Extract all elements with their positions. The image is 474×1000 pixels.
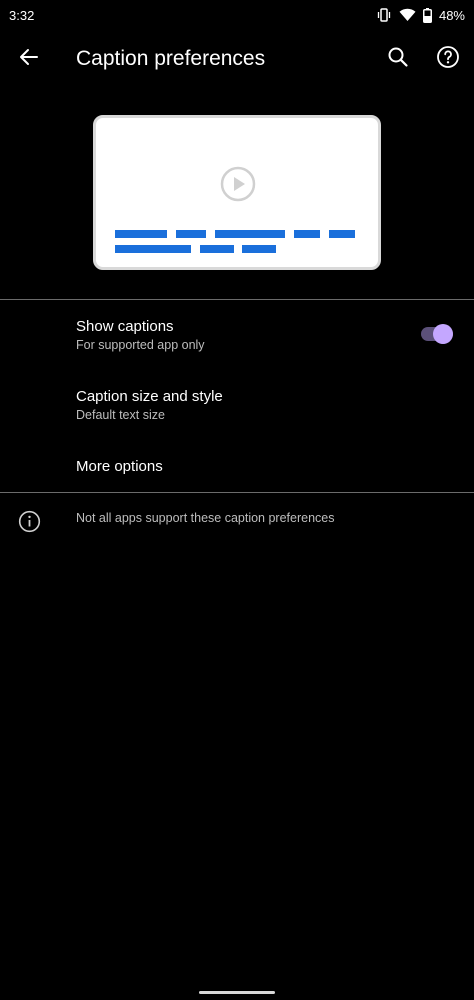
show-captions-toggle[interactable] [419,324,455,344]
app-bar: Caption preferences [0,32,474,88]
divider [0,492,474,493]
search-button[interactable] [383,44,413,74]
battery-icon [422,7,432,23]
battery-percent: 48% [438,7,465,23]
play-circle-icon [220,166,256,207]
caption-line [329,230,355,238]
vibrate-icon [376,7,392,23]
caption-line [242,245,276,253]
caption-line [294,230,320,238]
caption-size-title: Caption size and style [76,388,223,405]
caption-line [200,245,234,253]
caption-preview [93,115,381,270]
search-icon [387,46,409,73]
more-options-setting[interactable]: More options [0,441,474,491]
caption-line [215,230,285,238]
info-footer-text: Not all apps support these caption prefe… [76,511,335,525]
back-button[interactable] [14,44,44,74]
caption-line [115,230,167,238]
help-icon [436,45,460,74]
status-icons: 48% [376,7,465,23]
navigation-handle[interactable] [199,991,275,994]
page-title: Caption preferences [76,47,266,70]
more-options-title: More options [76,458,163,475]
show-captions-subtitle: For supported app only [76,338,205,352]
status-time: 3:32 [9,8,35,23]
caption-line [115,245,191,253]
back-arrow-icon [17,45,41,74]
status-bar: 3:32 48% [0,0,474,32]
caption-size-subtitle: Default text size [76,408,165,422]
help-button[interactable] [433,44,463,74]
show-captions-title: Show captions [76,318,174,335]
toggle-thumb [433,324,453,344]
show-captions-setting[interactable]: Show captions For supported app only [0,301,474,369]
wifi-icon [399,8,416,22]
info-icon [18,510,41,538]
divider [0,299,474,300]
caption-size-setting[interactable]: Caption size and style Default text size [0,371,474,439]
caption-line [176,230,206,238]
